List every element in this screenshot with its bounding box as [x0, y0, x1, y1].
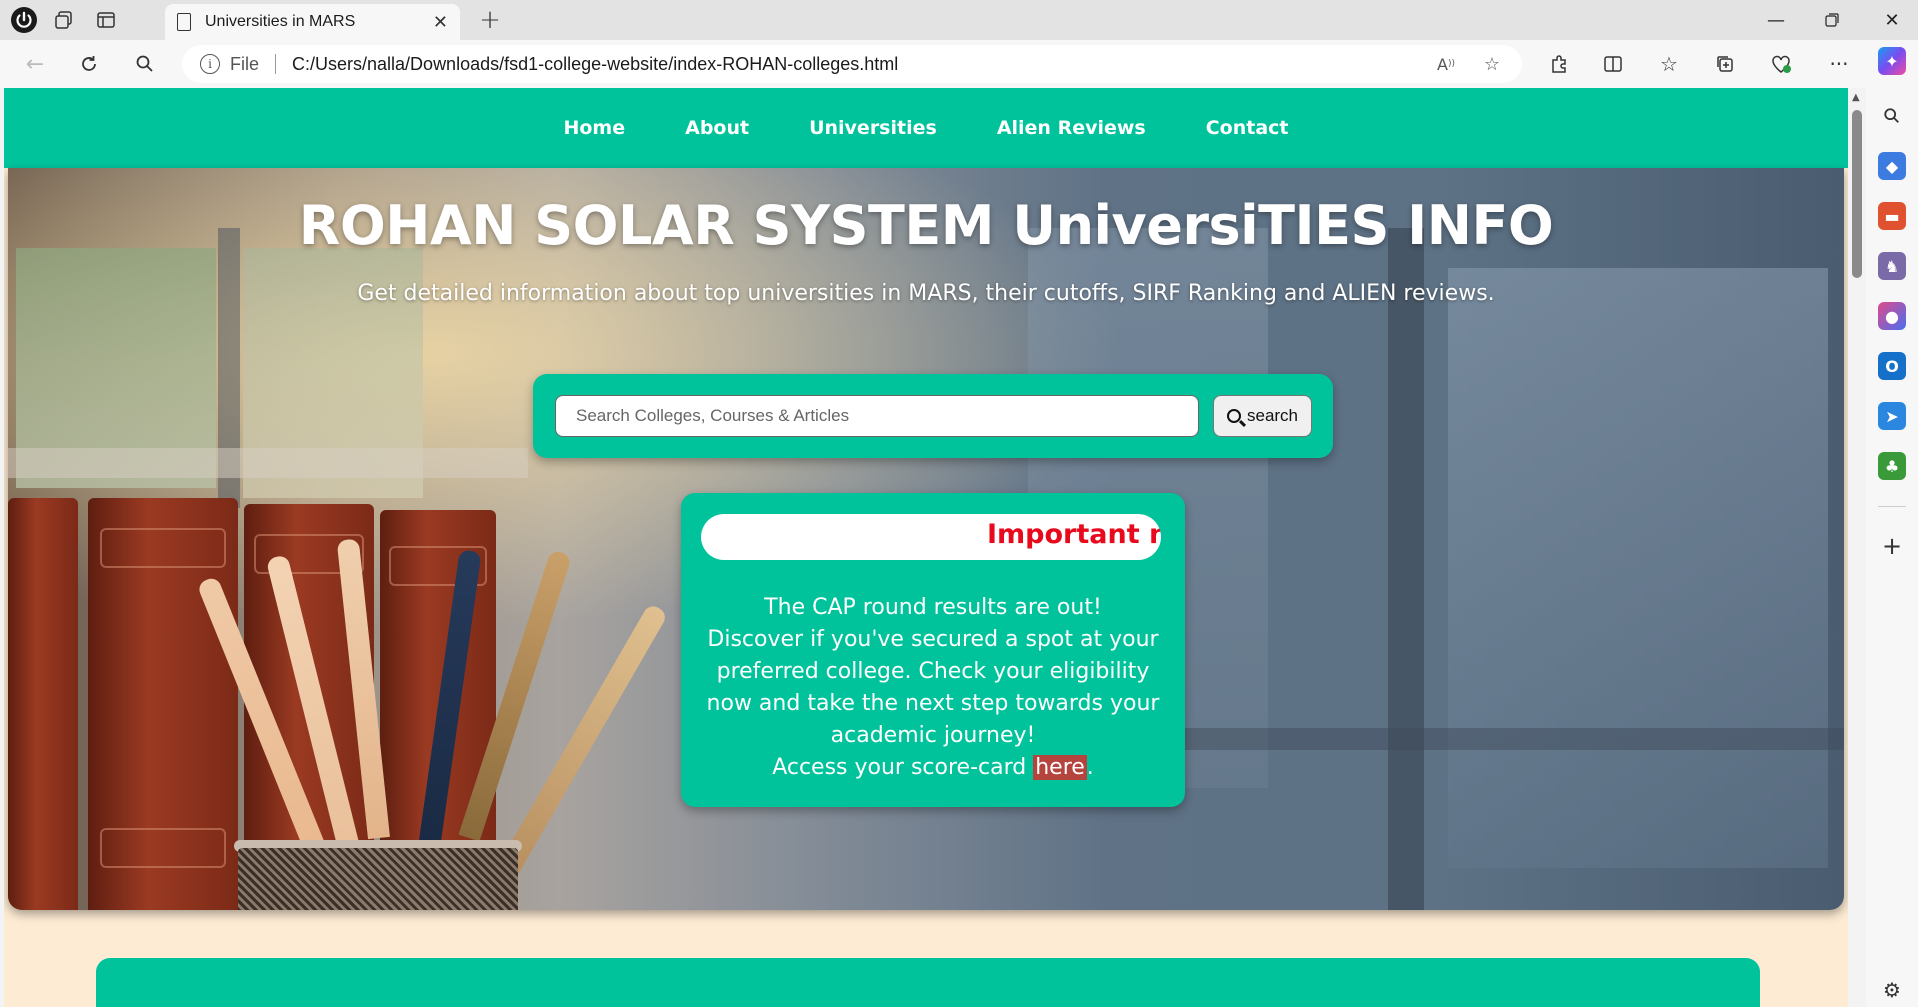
games-icon[interactable]: ♞ [1878, 252, 1906, 280]
nav-universities[interactable]: Universities [809, 117, 937, 139]
send-icon[interactable]: ➤ [1878, 402, 1906, 430]
bg-sill [8, 448, 528, 478]
content-card [96, 958, 1760, 1007]
notice-line: Access your score-card here. [701, 752, 1165, 784]
copilot-icon[interactable]: ✦ [1878, 47, 1906, 75]
notice-body: The CAP round results are out! Discover … [701, 592, 1165, 784]
bg-window [1448, 268, 1828, 868]
search-input[interactable] [555, 395, 1199, 437]
document-icon [177, 13, 191, 31]
hero-subtitle: Get detailed information about top unive… [357, 281, 1495, 306]
notice-card: Important notice The CAP round results a… [681, 493, 1185, 807]
microsoft-365-icon[interactable]: ● [1878, 302, 1906, 330]
pencil-cup-image [238, 848, 518, 910]
scorecard-link[interactable]: here [1033, 755, 1087, 780]
search-panel: search [533, 374, 1333, 458]
extensions-icon[interactable] [1542, 48, 1576, 80]
workspaces-icon[interactable] [48, 4, 80, 36]
book-image [88, 498, 238, 910]
back-button[interactable]: ← [18, 48, 52, 80]
vertical-tabs-icon[interactable] [90, 4, 122, 36]
collections-icon[interactable] [1708, 48, 1742, 80]
scroll-up-icon[interactable]: ▲ [1852, 92, 1860, 103]
restore-button[interactable] [1812, 6, 1852, 34]
read-aloud-icon[interactable]: A)) [1432, 51, 1460, 77]
outlook-icon[interactable]: O [1878, 352, 1906, 380]
nav-alien-reviews[interactable]: Alien Reviews [997, 117, 1146, 139]
tab-bar: Universities in MARS ✕ + — ✕ [0, 0, 1918, 40]
nav-contact[interactable]: Contact [1206, 117, 1289, 139]
notice-line: Discover if you've secured a spot at you… [706, 627, 1160, 748]
close-tab-icon[interactable]: ✕ [433, 12, 448, 33]
info-icon[interactable]: i [200, 54, 220, 74]
edge-sidebar: ✦ ◆ ▬ ♞ ● O ➤ ♣ + ⚙ [1866, 40, 1918, 1007]
tree-icon[interactable]: ♣ [1878, 452, 1906, 480]
sidebar-settings-icon[interactable]: ⚙ [1878, 976, 1906, 1004]
nav-home[interactable]: Home [563, 117, 625, 139]
close-window-button[interactable]: ✕ [1872, 6, 1912, 34]
tools-briefcase-icon[interactable]: ▬ [1878, 202, 1906, 230]
book-image [8, 498, 78, 910]
scrollbar-thumb[interactable] [1852, 110, 1862, 278]
tab-universities[interactable]: Universities in MARS ✕ [165, 4, 460, 40]
address-bar-row: ← i File C:/Users/nalla/Downloads/fsd1-c… [0, 40, 1918, 88]
site-navbar: Home About Universities Alien Reviews Co… [4, 88, 1848, 168]
book-band [100, 528, 226, 568]
shopping-tag-icon[interactable]: ◆ [1878, 152, 1906, 180]
add-sidebar-item-icon[interactable]: + [1878, 532, 1906, 560]
book-band [100, 828, 226, 868]
nav-about[interactable]: About [685, 117, 749, 139]
minimize-button[interactable]: — [1756, 6, 1796, 34]
sidebar-divider [1878, 506, 1906, 507]
page-scrollbar[interactable]: ▲ [1848, 88, 1866, 1007]
hero-title: ROHAN SOLAR SYSTEM UniversiTIES INFO [298, 194, 1554, 257]
more-options-icon[interactable]: ··· [1822, 48, 1856, 80]
favorites-icon[interactable]: ☆ [1652, 48, 1686, 80]
scorecard-prefix: Access your score-card [772, 755, 1034, 780]
reload-button[interactable] [72, 48, 106, 80]
search-button-label: search [1246, 406, 1299, 425]
search-button[interactable]: search [1213, 395, 1312, 437]
scorecard-suffix: . [1086, 755, 1094, 780]
sidebar-search-icon[interactable] [1878, 102, 1906, 130]
web-page: Home About Universities Alien Reviews Co… [4, 88, 1848, 1007]
notice-line: The CAP round results are out! [764, 595, 1102, 620]
marquee-text: Important notice [987, 519, 1161, 550]
url-text[interactable]: C:/Users/nalla/Downloads/fsd1-college-we… [292, 54, 898, 75]
tab-title: Universities in MARS [205, 13, 356, 30]
new-tab-button[interactable]: + [474, 4, 506, 36]
power-icon[interactable] [8, 4, 40, 36]
address-divider [275, 54, 277, 74]
hero-section: ROHAN SOLAR SYSTEM UniversiTIES INFO Get… [8, 168, 1844, 910]
split-screen-icon[interactable] [1596, 48, 1630, 80]
favorite-star-icon[interactable]: ☆ [1478, 51, 1506, 77]
bg-window-frame [1388, 228, 1424, 910]
address-prefix: File [230, 53, 260, 74]
search-icon[interactable] [128, 48, 162, 80]
search-icon [1226, 409, 1241, 423]
notice-marquee: Important notice [701, 514, 1161, 560]
browser-essentials-icon[interactable] [1764, 48, 1798, 80]
address-bar[interactable]: i File C:/Users/nalla/Downloads/fsd1-col… [182, 45, 1522, 83]
